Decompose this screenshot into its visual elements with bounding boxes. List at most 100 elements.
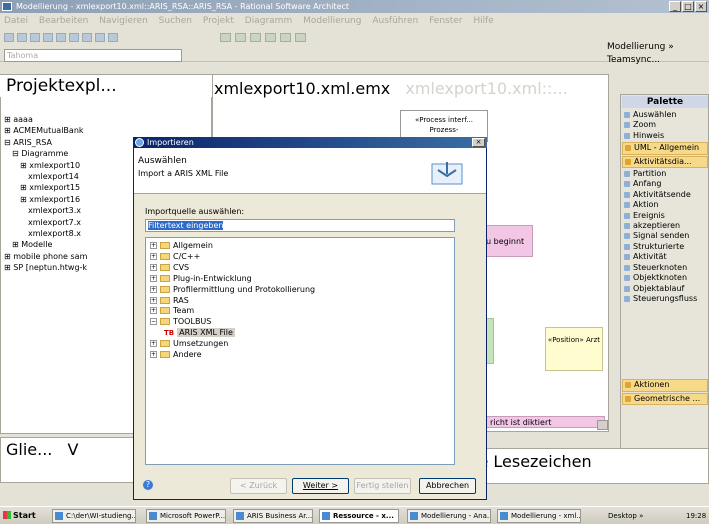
perspective-switcher[interactable]: Modellierung » (607, 40, 709, 54)
run-icon[interactable] (82, 33, 92, 42)
menu-projekt[interactable]: Projekt (203, 16, 234, 26)
expand-toggle-icon[interactable]: + (150, 285, 157, 293)
wizard-tree-item[interactable]: + Profilermittlung und Protokollierung (150, 285, 315, 296)
copy-icon[interactable] (56, 33, 66, 42)
menu-diagramm[interactable]: Diagramm (245, 16, 292, 26)
taskbar-button-active[interactable]: Ressource - x... (319, 509, 399, 523)
next-button[interactable]: Weiter > (292, 478, 349, 494)
taskbar-button[interactable]: ARIS Business Ar... (233, 509, 313, 523)
start-button[interactable]: Start (1, 508, 41, 523)
palette-item[interactable]: Aktivitätsdia... (622, 155, 708, 169)
print-icon[interactable] (30, 33, 40, 42)
taskbar-button[interactable]: Modellierung - Ana... (407, 509, 491, 523)
palette-item[interactable]: Signal senden (622, 231, 708, 241)
tree-item[interactable]: ⊞ mobile phone sam (4, 251, 87, 262)
editor-tab-inactive[interactable]: xmlexport10.xml::... (405, 79, 567, 98)
expand-toggle-icon[interactable]: + (150, 274, 157, 282)
paste-icon[interactable] (69, 33, 79, 42)
palette-item[interactable]: Auswählen (622, 110, 708, 120)
close-button[interactable]: × (695, 1, 707, 12)
palette-item[interactable]: Objektablauf (622, 284, 708, 294)
event-shape-bottom[interactable]: richt ist diktiert (485, 416, 605, 428)
tree-item[interactable]: xmlexport8.x (4, 228, 87, 239)
taskbar-button[interactable]: Modellierung - xml... (497, 509, 581, 523)
expand-toggle-icon[interactable]: + (150, 340, 157, 348)
palette-item[interactable]: Aktivitätsende (622, 190, 708, 200)
wizard-tree-item[interactable]: + Allgemein (150, 241, 315, 252)
position-shape[interactable]: «Position» Arzt (545, 327, 603, 371)
wizard-tree-item[interactable]: + Andere (150, 350, 315, 361)
palette-item[interactable]: Aktivität (622, 252, 708, 262)
tree-item[interactable]: xmlexport3.x (4, 205, 87, 216)
expand-toggle-icon[interactable]: + (150, 263, 157, 271)
palette-item[interactable]: Objektknoten (622, 273, 708, 283)
tree-item[interactable]: ⊞ ACMEMutualBank (4, 125, 87, 136)
menu-fenster[interactable]: Fenster (429, 16, 462, 26)
editor-tab-active[interactable]: xmlexport10.xml.emx (214, 79, 390, 98)
arrow-left-icon[interactable] (265, 33, 276, 42)
palette-item[interactable]: UML - Allgemein (622, 142, 708, 155)
menu-bearbeiten[interactable]: Bearbeiten (39, 16, 88, 26)
menu-navigieren[interactable]: Navigieren (99, 16, 148, 26)
bookmarks-tab[interactable]: le Lesezeichen (474, 450, 592, 474)
palette-title[interactable]: Palette (622, 96, 708, 108)
menu-suchen[interactable]: Suchen (159, 16, 192, 26)
tree-item[interactable]: ⊟ Diagramme (4, 148, 87, 159)
palette-item[interactable]: Steuerungsfluss (622, 294, 708, 304)
menu-modellierung[interactable]: Modellierung (303, 16, 361, 26)
new-icon[interactable] (4, 33, 14, 42)
expand-toggle-icon[interactable]: + (150, 252, 157, 260)
expand-toggle-icon[interactable]: + (150, 296, 157, 304)
tree-item[interactable]: ⊞ xmlexport10 (4, 160, 87, 171)
palette-drawer[interactable]: Aktionen (622, 379, 708, 392)
save-icon[interactable] (17, 33, 27, 42)
palette-item[interactable]: Steuerknoten (622, 263, 708, 273)
wizard-tree-item[interactable]: + Plug-in-Entwicklung (150, 274, 315, 285)
palette-item[interactable]: Strukturierte (622, 242, 708, 252)
help-icon[interactable]: ? (143, 480, 153, 490)
palette-item[interactable]: Partition (622, 169, 708, 179)
tree-item[interactable]: ⊟ ARIS_RSA (4, 137, 87, 148)
cut-icon[interactable] (43, 33, 53, 42)
expand-toggle-icon[interactable]: + (150, 351, 157, 359)
tree-item[interactable]: ⊞ SP [neptun.htwg-k (4, 262, 87, 273)
expand-toggle-icon[interactable]: + (150, 307, 157, 315)
search-icon[interactable] (108, 33, 118, 42)
taskbar-button[interactable]: Microsoft PowerP... (146, 509, 226, 523)
palette-item[interactable]: Zoom (622, 120, 708, 130)
tree-item[interactable]: ⊞ aaaa (4, 114, 87, 125)
wizard-tree-item[interactable]: + RAS (150, 296, 315, 307)
format-icon[interactable] (220, 33, 231, 42)
tree-item[interactable]: ⊞ Modelle (4, 239, 87, 250)
maximize-button[interactable]: □ (682, 1, 694, 12)
wizard-tree-item[interactable]: + Team (150, 306, 315, 317)
outline-tab-second[interactable]: V (67, 440, 78, 459)
filter-input[interactable]: Filtertext eingeben (145, 219, 455, 232)
wizard-tree-item[interactable]: − TOOLBUS (150, 317, 315, 328)
taskbar-button[interactable]: C:\der\WI-studieng... (52, 509, 136, 523)
project-explorer-tab[interactable]: Projektexpl... (0, 75, 212, 97)
scroll-arrow[interactable] (597, 420, 608, 430)
palette-item[interactable]: Ereignis (622, 211, 708, 221)
tree-item[interactable]: ⊞ xmlexport15 (4, 182, 87, 193)
tree-item[interactable]: ⊞ xmlexport16 (4, 194, 87, 205)
arrow-right-icon[interactable] (280, 33, 291, 42)
menu-ausfuehren[interactable]: Ausführen (372, 16, 418, 26)
perspective-more[interactable]: » (668, 42, 674, 52)
expand-toggle-icon[interactable]: − (150, 318, 157, 326)
finish-button[interactable]: Fertig stellen (354, 478, 411, 494)
wizard-tree-item[interactable]: + C/C++ (150, 252, 315, 263)
menu-hilfe[interactable]: Hilfe (473, 16, 493, 26)
cancel-button[interactable]: Abbrechen (419, 478, 476, 494)
menu-datei[interactable]: Datei (4, 16, 28, 26)
wizard-tree-item[interactable]: + Umsetzungen (150, 339, 315, 350)
line-icon[interactable] (250, 33, 261, 42)
palette-item[interactable]: Anfang (622, 179, 708, 189)
palette-item[interactable]: Aktion (622, 200, 708, 210)
expand-toggle-icon[interactable]: + (150, 242, 157, 249)
palette-item[interactable]: akzeptieren (622, 221, 708, 231)
minimize-button[interactable]: _ (669, 1, 681, 12)
wizard-tree-item[interactable]: TB ARIS XML File (150, 328, 315, 339)
tree-item[interactable]: xmlexport7.x (4, 217, 87, 228)
palette-drawer[interactable]: Geometrische ... (622, 392, 708, 406)
